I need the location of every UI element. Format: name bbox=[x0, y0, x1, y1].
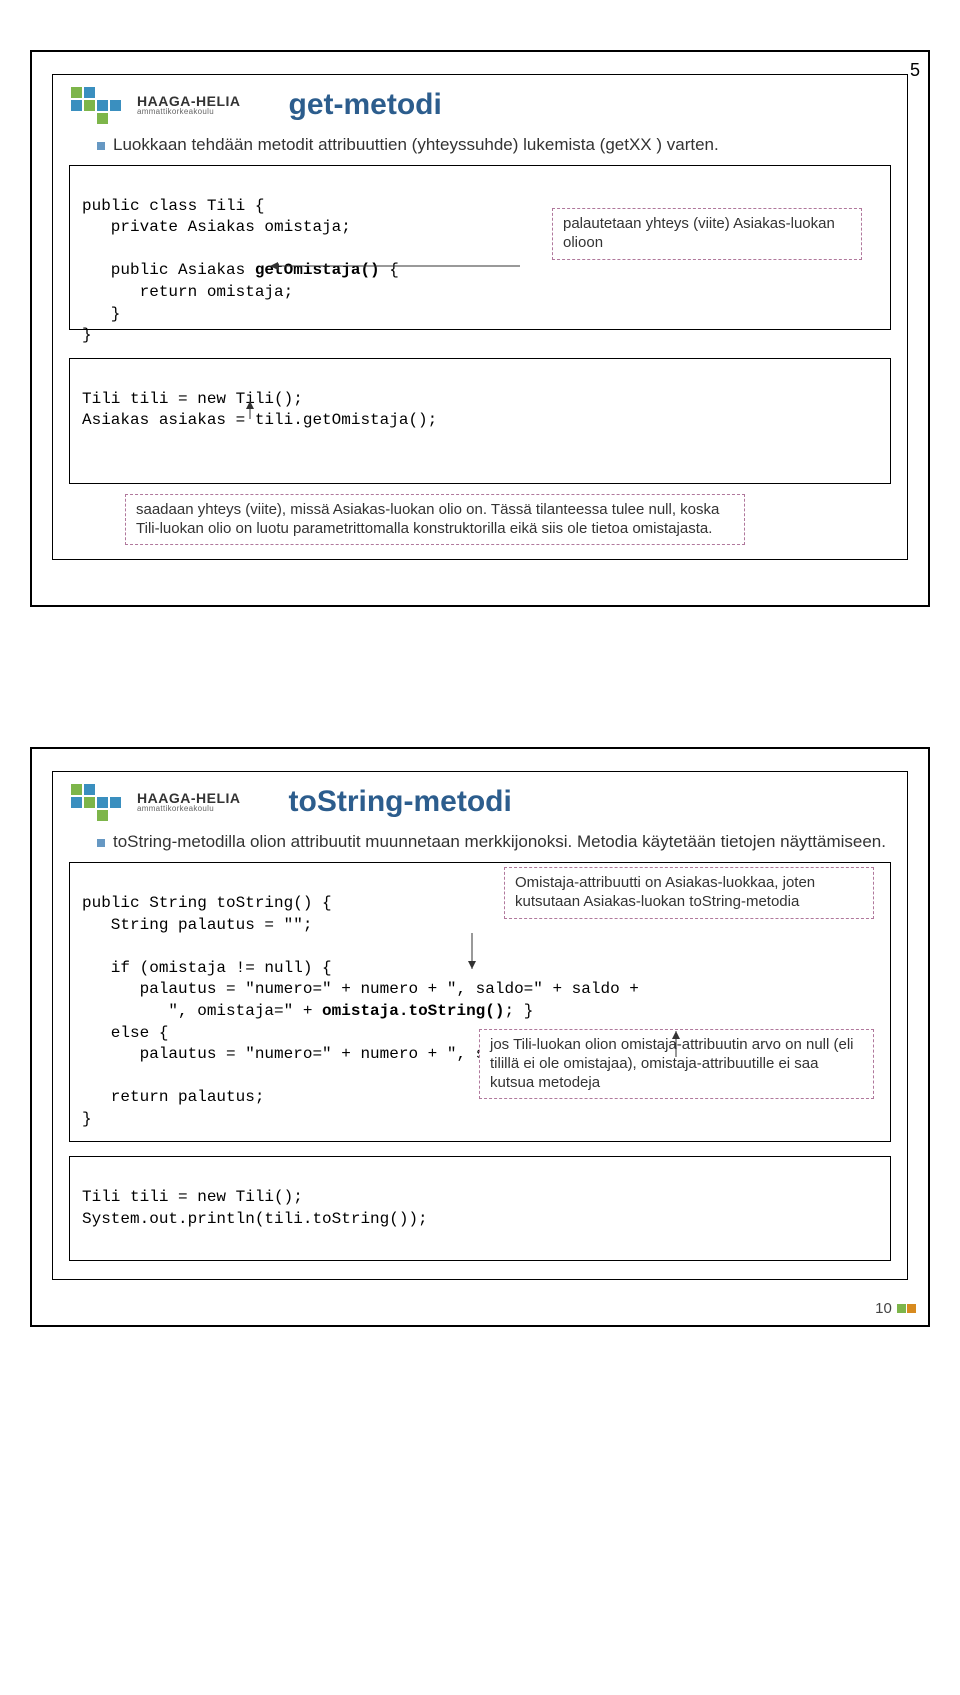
bullet-item: toString-metodilla olion attribuutit muu… bbox=[97, 832, 891, 852]
code-line: } bbox=[82, 1110, 92, 1128]
logo-text: HAAGA-HELIA ammattikorkeakoulu bbox=[137, 94, 241, 116]
callout-null-explanation: saadaan yhteys (viite), missä Asiakas-lu… bbox=[125, 494, 745, 546]
logo-sub: ammattikorkeakoulu bbox=[137, 805, 241, 813]
header-row: HAAGA-HELIA ammattikorkeakoulu toString-… bbox=[69, 782, 891, 822]
code-block-tostring: public String toString() { String palaut… bbox=[69, 862, 891, 1142]
callout-return-reference: palautetaan yhteys (viite) Asiakas-luoka… bbox=[552, 208, 862, 260]
slide-title: toString-metodi bbox=[289, 785, 512, 819]
code-line: System.out.println(tili.toString()); bbox=[82, 1210, 428, 1228]
bullet-text: toString-metodilla olion attribuutit muu… bbox=[113, 832, 886, 852]
code-line: ", omistaja=" + omistaja.toString(); } bbox=[82, 1002, 533, 1020]
code-line: public String toString() { bbox=[82, 894, 332, 912]
slide-title: get-metodi bbox=[289, 88, 442, 122]
code-block-class: public class Tili { private Asiakas omis… bbox=[69, 165, 891, 330]
code-line: else { bbox=[82, 1024, 168, 1042]
square-icon bbox=[907, 1304, 916, 1313]
code-line: return palautus; bbox=[82, 1088, 264, 1106]
slide-inner: HAAGA-HELIA ammattikorkeakoulu get-metod… bbox=[52, 74, 908, 560]
callout-omistaja-attr: Omistaja-attribuutti on Asiakas-luokkaa,… bbox=[504, 867, 874, 919]
logo-sub: ammattikorkeakoulu bbox=[137, 108, 241, 116]
header-row: HAAGA-HELIA ammattikorkeakoulu get-metod… bbox=[69, 85, 891, 125]
slide-tostring-metodi: HAAGA-HELIA ammattikorkeakoulu toString-… bbox=[30, 747, 930, 1326]
arrow-icon bbox=[466, 933, 478, 973]
code-line: return omistaja; bbox=[82, 283, 293, 301]
code-line: public Asiakas getOmistaja() { bbox=[82, 261, 399, 279]
code-line: Tili tili = new Tili(); bbox=[82, 1188, 303, 1206]
slide-inner: HAAGA-HELIA ammattikorkeakoulu toString-… bbox=[52, 771, 908, 1279]
code-line: if (omistaja != null) { bbox=[82, 959, 332, 977]
haaga-helia-logo-icon bbox=[69, 85, 129, 125]
bullet-text: Luokkaan tehdään metodit attribuuttien (… bbox=[113, 135, 719, 155]
bullet-icon bbox=[97, 142, 105, 150]
code-line: Tili tili = new Tili(); bbox=[82, 390, 303, 408]
slide-get-metodi: HAAGA-HELIA ammattikorkeakoulu get-metod… bbox=[30, 50, 930, 607]
haaga-helia-logo-icon bbox=[69, 782, 129, 822]
logo-main: HAAGA-HELIA bbox=[137, 791, 241, 805]
slide-number: 10 bbox=[875, 1300, 916, 1317]
code-block-usage: Tili tili = new Tili(); Asiakas asiakas … bbox=[69, 358, 891, 484]
logo-main: HAAGA-HELIA bbox=[137, 94, 241, 108]
bullet-icon bbox=[97, 839, 105, 847]
bullet-item: Luokkaan tehdään metodit attribuuttien (… bbox=[97, 135, 891, 155]
code-line: palautus = "numero=" + numero + ", saldo… bbox=[82, 980, 639, 998]
code-line: public class Tili { bbox=[82, 197, 264, 215]
code-line: private Asiakas omistaja; bbox=[82, 218, 351, 236]
code-line: } bbox=[82, 305, 120, 323]
code-block-usage: Tili tili = new Tili(); System.out.print… bbox=[69, 1156, 891, 1260]
logo-text: HAAGA-HELIA ammattikorkeakoulu bbox=[137, 791, 241, 813]
code-line: Asiakas asiakas = tili.getOmistaja(); bbox=[82, 411, 437, 429]
square-icon bbox=[897, 1304, 906, 1313]
code-line: } bbox=[82, 326, 92, 344]
code-line: String palautus = ""; bbox=[82, 916, 312, 934]
callout-null-check: jos Tili-luokan olion omistaja-attribuut… bbox=[479, 1029, 874, 1099]
